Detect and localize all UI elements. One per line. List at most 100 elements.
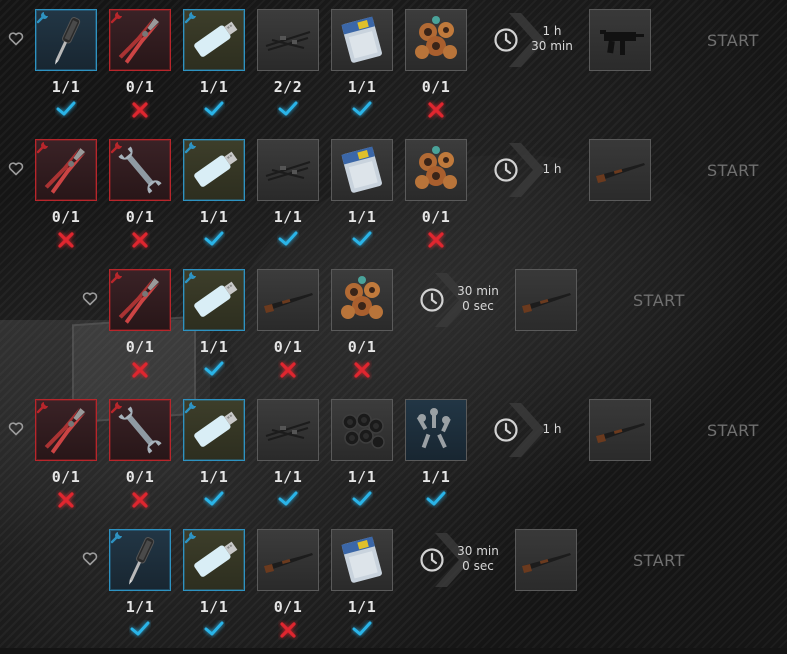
copper-pipes-icon (341, 276, 383, 319)
item-count-have: 1 (199, 78, 210, 96)
required-item-slot[interactable] (257, 139, 319, 201)
craft-duration: 30 min 0 sec (413, 529, 508, 591)
cross-icon (280, 362, 296, 378)
required-item-slot[interactable] (331, 9, 393, 71)
start-craft-button[interactable]: START (707, 161, 759, 180)
item-count-need: 1 (218, 468, 229, 486)
item-count-have: 2 (273, 78, 284, 96)
requirement-met-mark (183, 360, 245, 382)
required-item-slot[interactable] (331, 399, 393, 461)
requirement-met-mark (331, 490, 393, 512)
craft-duration: 30 min 0 sec (413, 269, 508, 331)
craft-result-slot[interactable] (589, 139, 651, 201)
tool-wrench-icon (110, 402, 122, 414)
count-separator: / (283, 598, 293, 616)
requirement-met-mark (257, 100, 319, 122)
craft-recipe-row: 1/1 1/1 0/1 1/1 30 min 0 sec START (0, 529, 787, 654)
item-count-need: 1 (218, 78, 229, 96)
item-count: 0/1 (35, 468, 97, 486)
item-count: 1/1 (331, 598, 393, 616)
required-item-slot[interactable] (257, 269, 319, 331)
start-craft-button[interactable]: START (633, 551, 685, 570)
required-item-slot[interactable] (35, 399, 97, 461)
count-separator: / (135, 468, 145, 486)
check-icon (204, 491, 224, 506)
check-icon (278, 491, 298, 506)
required-item-slot[interactable] (405, 399, 467, 461)
required-item-slot[interactable] (331, 529, 393, 591)
start-craft-button[interactable]: START (707, 421, 759, 440)
required-item-slot[interactable] (257, 399, 319, 461)
cross-icon (280, 622, 296, 638)
required-item-slot[interactable] (109, 529, 171, 591)
required-item-slot[interactable] (183, 399, 245, 461)
item-count: 1/1 (183, 78, 245, 96)
tool-wrench-icon (110, 532, 122, 544)
craft-result-slot[interactable] (589, 399, 651, 461)
start-craft-button[interactable]: START (633, 291, 685, 310)
required-item-slot[interactable] (405, 9, 467, 71)
favorite-heart-icon[interactable] (7, 161, 25, 179)
tool-wrench-icon (184, 402, 196, 414)
required-item-slot[interactable] (109, 9, 171, 71)
favorite-heart-icon[interactable] (7, 31, 25, 49)
count-separator: / (209, 78, 219, 96)
requirement-missing-mark (35, 490, 97, 512)
item-count-need: 1 (70, 208, 81, 226)
item-count-need: 1 (440, 208, 451, 226)
craft-result-slot[interactable] (515, 529, 577, 591)
item-count: 1/1 (331, 468, 393, 486)
tool-wrench-icon (110, 272, 122, 284)
required-item-slot[interactable] (183, 269, 245, 331)
craft-result-slot[interactable] (589, 9, 651, 71)
count-separator: / (431, 468, 441, 486)
item-count: 1/1 (109, 598, 171, 616)
item-count-have: 1 (347, 468, 358, 486)
requirement-missing-mark (35, 230, 97, 252)
count-separator: / (283, 338, 293, 356)
item-count: 1/1 (405, 468, 467, 486)
required-item-slot[interactable] (109, 269, 171, 331)
count-separator: / (357, 78, 367, 96)
required-item-slot[interactable] (109, 139, 171, 201)
item-count-need: 1 (218, 208, 229, 226)
count-separator: / (61, 468, 71, 486)
craft-result-slot[interactable] (515, 269, 577, 331)
heart-outline-icon (8, 32, 24, 46)
item-count-need: 1 (366, 338, 377, 356)
favorite-heart-icon[interactable] (7, 421, 25, 439)
item-count-need: 1 (440, 78, 451, 96)
count-separator: / (209, 338, 219, 356)
required-item-slot[interactable] (405, 139, 467, 201)
requirement-missing-mark (405, 100, 467, 122)
required-item-slot[interactable] (257, 529, 319, 591)
item-count: 0/1 (109, 338, 171, 356)
required-item-slot[interactable] (183, 529, 245, 591)
required-item-slot[interactable] (331, 139, 393, 201)
requirement-met-mark (331, 620, 393, 642)
required-item-slot[interactable] (35, 139, 97, 201)
count-separator: / (135, 598, 145, 616)
required-item-slot[interactable] (109, 399, 171, 461)
required-item-slot[interactable] (35, 9, 97, 71)
craft-recipe-row: 0/1 1/1 0/1 0/1 30 min 0 sec START (0, 269, 787, 394)
favorite-heart-icon[interactable] (81, 291, 99, 309)
clock-icon (420, 548, 444, 572)
cross-icon (132, 102, 148, 118)
item-count-have: 0 (347, 338, 358, 356)
item-count-need: 1 (366, 78, 377, 96)
start-craft-button[interactable]: START (707, 31, 759, 50)
craft-time-text: 1 h 30 min (523, 24, 581, 54)
item-count: 1/1 (183, 598, 245, 616)
item-count-need: 1 (292, 338, 303, 356)
required-item-slot[interactable] (331, 269, 393, 331)
cross-icon (132, 492, 148, 508)
check-icon (130, 621, 150, 636)
required-item-slot[interactable] (183, 9, 245, 71)
favorite-heart-icon[interactable] (81, 551, 99, 569)
required-item-slot[interactable] (183, 139, 245, 201)
item-count-have: 0 (125, 338, 136, 356)
copper-pipes-icon (415, 146, 457, 189)
count-separator: / (283, 78, 293, 96)
required-item-slot[interactable] (257, 9, 319, 71)
